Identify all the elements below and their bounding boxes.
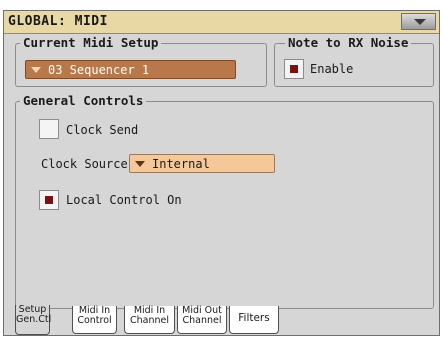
midi-global-screen: GLOBAL: MIDI Current Midi Setup 03 Seque…	[0, 0, 444, 338]
midi-setup-dropdown[interactable]: 03 Sequencer 1	[25, 60, 236, 79]
clock-send-label: Clock Send	[66, 123, 139, 137]
enable-label: Enable	[310, 62, 354, 76]
main-panel: GLOBAL: MIDI Current Midi Setup 03 Seque…	[3, 10, 440, 336]
clock-source-label: Clock Source:	[41, 157, 135, 171]
current-midi-setup-title: Current Midi Setup	[20, 35, 162, 50]
page-title: GLOBAL: MIDI	[8, 14, 108, 29]
note-to-rx-noise-group: Note to RX Noise Enable	[274, 35, 434, 87]
tab-midi-in-channel[interactable]: Midi In Channel	[124, 306, 175, 334]
check-mark-icon	[45, 196, 53, 204]
local-control-checkbox[interactable]	[39, 190, 59, 210]
current-midi-setup-group: Current Midi Setup 03 Sequencer 1	[15, 35, 267, 87]
check-mark-icon	[290, 65, 298, 73]
page-menu-button[interactable]	[401, 13, 436, 30]
midi-setup-value: 03 Sequencer 1	[48, 63, 150, 77]
tab-filters[interactable]: Filters	[229, 306, 279, 334]
general-controls-group: General Controls Clock Send Clock Source…	[15, 93, 434, 309]
clock-source-value: Internal	[152, 157, 210, 171]
clock-source-dropdown[interactable]: Internal	[129, 154, 275, 173]
local-control-label: Local Control On	[66, 193, 182, 207]
clock-send-checkbox[interactable]	[39, 119, 59, 139]
enable-checkbox[interactable]	[284, 59, 304, 79]
dropdown-arrow-icon	[133, 158, 147, 169]
dropdown-arrow-icon	[29, 64, 43, 75]
tab-midi-out-channel[interactable]: Midi Out Channel	[177, 306, 227, 334]
triangle-down-icon	[414, 19, 426, 25]
tab-midi-in-control[interactable]: Midi In Control	[72, 306, 117, 334]
title-bar: GLOBAL: MIDI	[4, 11, 439, 34]
note-to-rx-noise-title: Note to RX Noise	[285, 35, 412, 50]
general-controls-title: General Controls	[20, 93, 147, 108]
tab-setup-gen-ctl[interactable]: Setup Gen.Ctl	[15, 305, 51, 335]
